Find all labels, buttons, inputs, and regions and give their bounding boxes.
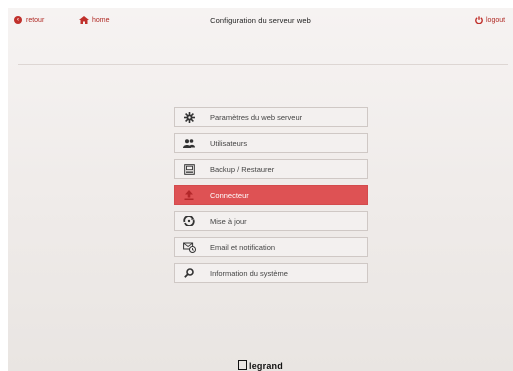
settings-menu: Paramètres du web serveur Utilisateurs B…: [174, 107, 368, 289]
upload-icon: [175, 186, 203, 204]
power-icon: [475, 16, 483, 24]
menu-item-backup-restore[interactable]: Backup / Restaurer: [174, 159, 368, 179]
legrand-logo: legrand: [8, 360, 513, 371]
menu-item-connector[interactable]: Connecteur: [174, 185, 368, 205]
update-icon: [175, 212, 203, 230]
logout-button[interactable]: logout: [475, 8, 505, 32]
menu-item-label: Connecteur: [210, 190, 249, 200]
top-bar: ‹ retour home Configuration du serveur w…: [8, 8, 513, 32]
menu-item-label: Email et notification: [210, 242, 276, 252]
menu-item-label: Information du système: [210, 268, 288, 278]
logo-mark-icon: [238, 360, 248, 370]
search-icon: [175, 264, 203, 282]
menu-item-system-information[interactable]: Information du système: [174, 263, 368, 283]
screen: ‹ retour home Configuration du serveur w…: [8, 8, 513, 371]
users-icon: [175, 134, 203, 152]
menu-item-users[interactable]: Utilisateurs: [174, 133, 368, 153]
menu-item-update[interactable]: Mise à jour: [174, 211, 368, 231]
email-icon: [175, 238, 203, 256]
menu-item-label: Paramètres du web serveur: [210, 112, 303, 122]
menu-item-email-notification[interactable]: Email et notification: [174, 237, 368, 257]
page-title: Configuration du serveur web: [210, 15, 311, 25]
menu-item-label: Utilisateurs: [210, 138, 248, 148]
backup-icon: [175, 160, 203, 178]
menu-item-web-server-settings[interactable]: Paramètres du web serveur: [174, 107, 368, 127]
gear-icon: [175, 108, 203, 126]
menu-item-label: Mise à jour: [210, 216, 247, 226]
menu-item-label: Backup / Restaurer: [210, 164, 275, 174]
divider: [18, 64, 508, 65]
logout-label: logout: [486, 16, 506, 24]
brand-name: legrand: [249, 361, 283, 371]
